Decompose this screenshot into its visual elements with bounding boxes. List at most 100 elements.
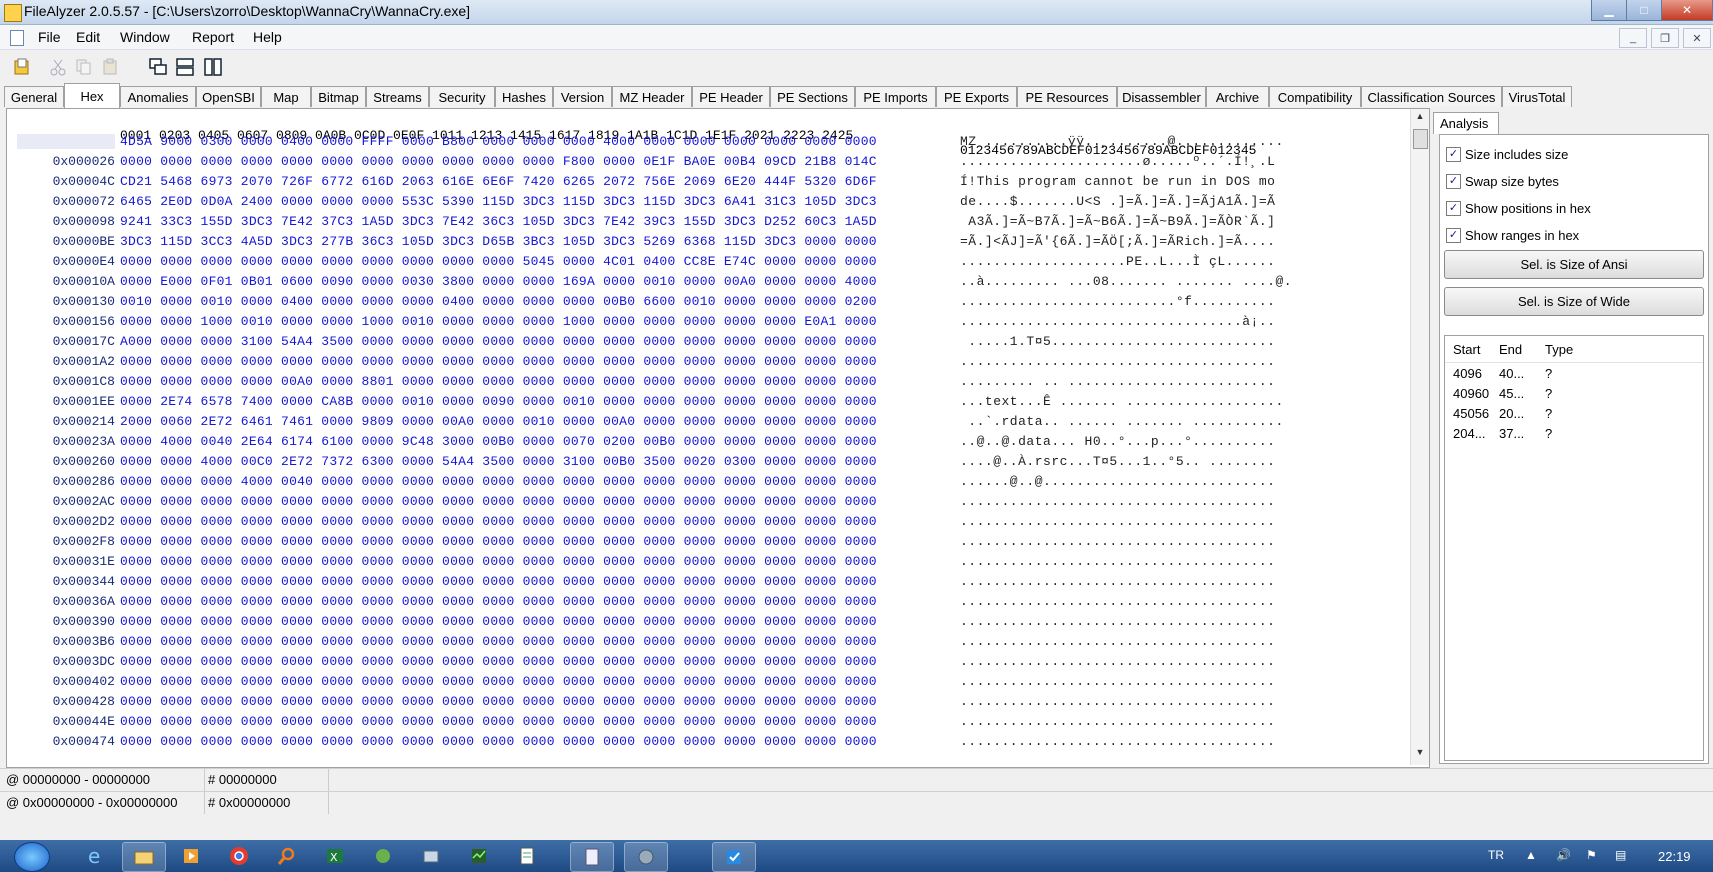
hex-row[interactable]: 0x0000E4 0000 0000 0000 0000 0000 0000 00… xyxy=(7,254,1407,274)
hex-row[interactable]: 0x000130 0010 0000 0010 0000 0400 0000 00… xyxy=(7,294,1407,314)
chrome-icon[interactable] xyxy=(218,842,260,870)
hex-ascii[interactable]: Í!This program cannot be run in DOS mo xyxy=(960,174,1275,189)
hex-bytes[interactable]: 0000 0000 0000 0000 0000 0000 0000 0000 … xyxy=(120,574,877,589)
hex-ascii[interactable]: ...................................... xyxy=(960,614,1275,629)
hex-row[interactable]: 0x000428 0000 0000 0000 0000 0000 0000 00… xyxy=(7,694,1407,714)
checkbox-show-positions-in-hex[interactable]: ✓ Show positions in hex xyxy=(1446,199,1591,217)
hex-ascii[interactable]: ......................ø.....º..´.Í!¸.L xyxy=(960,154,1275,169)
hex-ascii[interactable]: ....@..À.rsrc...T¤5...1..°5.. ........ xyxy=(960,454,1275,469)
hex-bytes[interactable]: 0000 0000 0000 0000 0000 0000 0000 0000 … xyxy=(120,634,877,649)
hex-bytes[interactable]: 0000 2E74 6578 7400 0000 CA8B 0000 0010 … xyxy=(120,394,877,409)
hex-bytes[interactable]: 4D5A 9000 0300 0000 0400 0000 FFFF 0000 … xyxy=(120,134,877,149)
excel-icon[interactable]: X xyxy=(314,842,356,870)
checkmark-icon[interactable]: ✓ xyxy=(1446,200,1461,216)
tab-mz-header[interactable]: MZ Header xyxy=(612,86,692,107)
hex-ascii[interactable]: ..................................à¡.. xyxy=(960,314,1275,329)
paste-icon[interactable] xyxy=(100,57,120,77)
show-hidden-icons-icon[interactable]: ▲ xyxy=(1525,848,1537,862)
hex-ascii[interactable]: ...................................... xyxy=(960,694,1275,709)
checkmark-icon[interactable]: ✓ xyxy=(1446,227,1461,243)
tab-pe-exports[interactable]: PE Exports xyxy=(936,86,1017,107)
hex-ascii[interactable]: ...................................... xyxy=(960,674,1275,689)
hex-row[interactable]: 0x000260 0000 0000 4000 00C0 2E72 7372 63… xyxy=(7,454,1407,474)
hex-row[interactable]: 0x0001C8 0000 0000 0000 0000 00A0 0000 88… xyxy=(7,374,1407,394)
hex-row[interactable]: 0x0001EE 0000 2E74 6578 7400 0000 CA8B 00… xyxy=(7,394,1407,414)
minimize-button[interactable]: ▁ xyxy=(1591,0,1627,21)
hex-ascii[interactable]: ..........................°f.......... xyxy=(960,294,1275,309)
tab-disassembler[interactable]: Disassembler xyxy=(1117,86,1206,107)
hex-row[interactable]: 0x0002F8 0000 0000 0000 0000 0000 0000 00… xyxy=(7,534,1407,554)
checkmark-icon[interactable]: ✓ xyxy=(1446,173,1461,189)
hex-ascii[interactable]: ...................................... xyxy=(960,354,1275,369)
file-explorer-icon[interactable] xyxy=(122,842,166,872)
tab-version[interactable]: Version xyxy=(553,86,612,107)
internet-explorer-icon[interactable]: e xyxy=(74,842,116,870)
cascade-windows-icon[interactable] xyxy=(148,57,168,77)
tab-general[interactable]: General xyxy=(4,86,64,107)
checkmark-icon[interactable]: ✓ xyxy=(1446,146,1461,162)
document-icon[interactable] xyxy=(10,30,24,46)
hex-ascii[interactable]: ...................................... xyxy=(960,654,1275,669)
hex-row[interactable]: 0x000474 0000 0000 0000 0000 0000 0000 00… xyxy=(7,734,1407,754)
hex-bytes[interactable]: 0000 0000 0000 0000 0000 0000 0000 0000 … xyxy=(120,554,877,569)
tool-taskbar-icon[interactable] xyxy=(624,842,668,872)
hex-row[interactable]: 0x00023A 0000 4000 0040 2E64 6174 6100 00… xyxy=(7,434,1407,454)
hex-row[interactable]: 0x0003DC 0000 0000 0000 0000 0000 0000 00… xyxy=(7,654,1407,674)
hex-row[interactable]: 0x000214 2000 0060 2E72 6461 7461 0000 98… xyxy=(7,414,1407,434)
hex-row[interactable]: 0x000286 0000 0000 0000 4000 0040 0000 00… xyxy=(7,474,1407,494)
start-button[interactable] xyxy=(14,842,50,872)
mdi-restore-button[interactable]: ❐ xyxy=(1651,28,1679,48)
hex-ascii[interactable]: de....$.......U<S .]=Ã.]=Ã.]=ÃjA1Ã.]=Ã xyxy=(960,194,1275,209)
hex-ascii[interactable]: ...................................... xyxy=(960,554,1275,569)
scroll-up-icon[interactable]: ▲ xyxy=(1411,111,1429,127)
hex-row[interactable]: 0x00017C A000 0000 0000 3100 54A4 3500 00… xyxy=(7,334,1407,354)
hex-ascii[interactable]: ...................................... xyxy=(960,634,1275,649)
hex-ascii[interactable]: ...................................... xyxy=(960,514,1275,529)
tab-archive[interactable]: Archive xyxy=(1206,86,1269,107)
tab-pe-resources[interactable]: PE Resources xyxy=(1017,86,1117,107)
tile-horizontal-icon[interactable] xyxy=(175,57,195,77)
hex-bytes[interactable]: 0000 0000 0000 0000 0000 0000 0000 0000 … xyxy=(120,534,877,549)
cut-icon[interactable] xyxy=(48,57,68,77)
hex-ascii[interactable]: ...................................... xyxy=(960,534,1275,549)
hex-row[interactable]: 0x00010A 0000 E000 0F01 0B01 0600 0090 00… xyxy=(7,274,1407,294)
hex-bytes[interactable]: 0000 0000 0000 0000 0000 0000 0000 0000 … xyxy=(120,714,877,729)
column-start[interactable]: Start xyxy=(1453,342,1480,357)
hex-bytes[interactable]: 0000 4000 0040 2E64 6174 6100 0000 9C48 … xyxy=(120,434,877,449)
tab-opensbi[interactable]: OpenSBI xyxy=(196,86,261,107)
hex-ascii[interactable]: .....1.T¤5........................... xyxy=(960,334,1275,349)
hex-row[interactable]: 0x000390 0000 0000 0000 0000 0000 0000 00… xyxy=(7,614,1407,634)
folder-app-icon[interactable] xyxy=(410,842,452,870)
hex-bytes[interactable]: 6465 2E0D 0D0A 2400 0000 0000 0000 553C … xyxy=(120,194,877,209)
hex-ascii[interactable]: ..@..@.data... H0..°...p...°.......... xyxy=(960,434,1275,449)
hex-rows[interactable]: 0x000000 4D5A 9000 0300 0000 0400 0000 FF… xyxy=(7,134,1407,754)
hex-row[interactable]: 0x0003B6 0000 0000 0000 0000 0000 0000 00… xyxy=(7,634,1407,654)
hex-ascii[interactable]: ...................................... xyxy=(960,594,1275,609)
hex-bytes[interactable]: 0000 0000 0000 0000 0000 0000 0000 0000 … xyxy=(120,494,877,509)
hex-ascii[interactable]: ..`.rdata.. ...... ....... ........... xyxy=(960,414,1284,429)
menu-report[interactable]: Report xyxy=(192,29,234,45)
hex-bytes[interactable]: 3DC3 115D 3CC3 4A5D 3DC3 277B 36C3 105D … xyxy=(120,234,877,249)
hex-ascii[interactable]: ...text...Ê ....... ................... xyxy=(960,394,1284,409)
scroll-thumb[interactable] xyxy=(1413,129,1428,149)
hex-ascii[interactable]: ...................................... xyxy=(960,734,1275,749)
hex-row[interactable]: 0x000344 0000 0000 0000 0000 0000 0000 00… xyxy=(7,574,1407,594)
notepad-icon[interactable] xyxy=(506,842,548,870)
hex-ascii[interactable]: ...................................... xyxy=(960,494,1275,509)
hex-bytes[interactable]: 0000 0000 0000 0000 0000 0000 0000 0000 … xyxy=(120,514,877,529)
hex-ascii[interactable]: A3Ã.]=Ã~B7Ã.]=Ã~B6Ã.]=Ã~B9Ã.]=ÃÒR`Ã.] xyxy=(960,214,1275,229)
hex-bytes[interactable]: 0000 E000 0F01 0B01 0600 0090 0000 0030 … xyxy=(120,274,877,289)
tile-vertical-icon[interactable] xyxy=(203,57,223,77)
column-end[interactable]: End xyxy=(1499,342,1522,357)
hex-bytes[interactable]: 0000 0000 0000 0000 0000 0000 0000 0000 … xyxy=(120,734,877,749)
tab-compatibility[interactable]: Compatibility xyxy=(1269,86,1361,107)
hex-ascii[interactable]: ......@..@............................ xyxy=(960,474,1275,489)
hex-bytes[interactable]: 0000 0000 0000 0000 0000 0000 0000 0000 … xyxy=(120,354,877,369)
menu-edit[interactable]: Edit xyxy=(76,29,100,45)
filealyzer-taskbar-icon[interactable] xyxy=(570,842,614,872)
hex-bytes[interactable]: 0000 0000 0000 0000 0000 0000 0000 0000 … xyxy=(120,254,877,269)
hex-bytes[interactable]: 0000 0000 0000 0000 00A0 0000 8801 0000 … xyxy=(120,374,877,389)
table-row[interactable]: 204... 37... ? xyxy=(1445,426,1703,446)
hex-row[interactable]: 0x000402 0000 0000 0000 0000 0000 0000 00… xyxy=(7,674,1407,694)
checklist-taskbar-icon[interactable] xyxy=(712,842,756,872)
